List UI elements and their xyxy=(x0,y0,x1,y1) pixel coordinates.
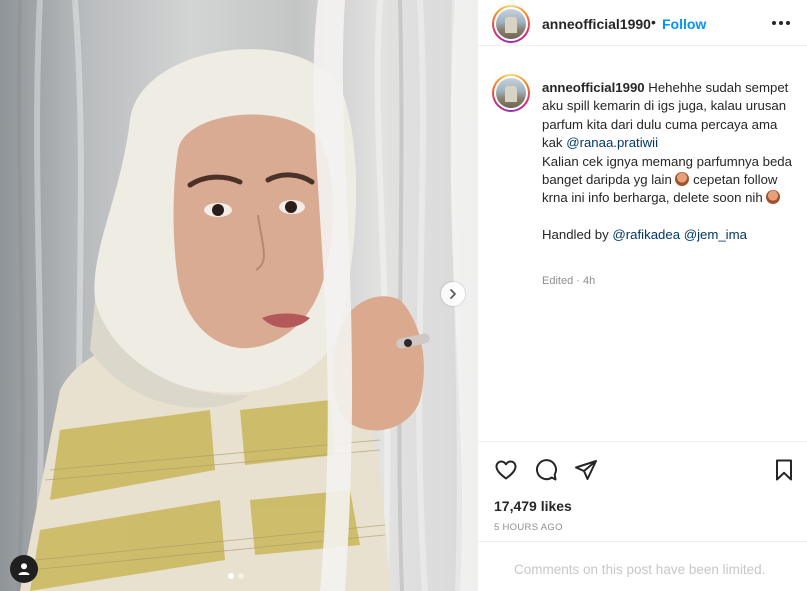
post-timestamp[interactable]: 5 HOURS AGO xyxy=(494,522,563,533)
caption-section: anneofficial1990 Hehehhe sudah sempet ak… xyxy=(478,47,807,441)
bookmark-icon[interactable] xyxy=(772,458,796,482)
post-side-panel: anneofficial1990 • Follow anneofficial19… xyxy=(477,0,807,591)
tagged-users-button[interactable] xyxy=(10,555,38,583)
mention-link[interactable]: @jem_ima xyxy=(684,227,747,242)
chevron-right-icon xyxy=(450,289,456,299)
post-caption: anneofficial1990 Hehehhe sudah sempet ak… xyxy=(542,79,796,245)
person-facepalm-emoji xyxy=(766,190,781,205)
post-photo[interactable] xyxy=(0,0,477,591)
comments-section: Comments on this post have been limited. xyxy=(478,541,807,591)
action-bar xyxy=(478,441,807,493)
follow-button[interactable]: Follow xyxy=(662,16,706,32)
likes-count[interactable]: 17,479 likes xyxy=(494,498,572,514)
avatar[interactable] xyxy=(492,5,530,43)
photo-illustration xyxy=(16,0,477,591)
paper-plane-icon[interactable] xyxy=(574,458,598,482)
comments-limited-notice: Comments on this post have been limited. xyxy=(514,562,766,577)
post-header: anneofficial1990 • Follow xyxy=(478,0,807,46)
carousel-dot xyxy=(238,573,244,579)
caption-text-4: Handled by xyxy=(542,227,609,243)
avatar-image xyxy=(496,9,526,39)
mention-link[interactable]: @rafikadea xyxy=(612,227,680,242)
caption-avatar[interactable] xyxy=(492,74,530,112)
next-photo-button[interactable] xyxy=(441,282,465,306)
carousel-indicator xyxy=(228,573,244,579)
more-horizontal-icon[interactable] xyxy=(772,21,790,25)
caption-username[interactable]: anneofficial1990 xyxy=(542,80,645,95)
carousel-dot-active xyxy=(228,573,234,579)
person-icon xyxy=(18,563,30,575)
comment-bubble-icon[interactable] xyxy=(534,458,558,482)
person-facepalm-emoji xyxy=(675,172,690,187)
header-username[interactable]: anneofficial1990 xyxy=(542,16,651,32)
avatar-image xyxy=(496,78,526,108)
edited-timestamp[interactable]: Edited · 4h xyxy=(542,275,595,287)
mention-link[interactable]: @ranaa.pratiwii xyxy=(566,135,658,150)
header-separator: • xyxy=(651,14,656,30)
heart-icon[interactable] xyxy=(494,458,518,482)
